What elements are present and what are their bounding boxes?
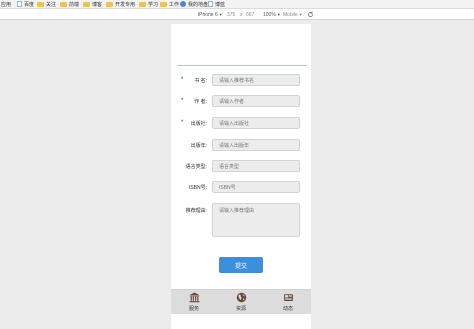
field-label: 出版社: (190, 121, 207, 127)
bottom-tab-bar: 服务 资源 动态 (171, 289, 311, 314)
device-toolbar: iPhone 6 ▼ 375 x 667 100% ▼ Mobile ▼ (0, 9, 474, 20)
bookmark-apps[interactable]: 应用 (1, 0, 11, 8)
isbn-input[interactable]: ISBN号 (212, 181, 300, 193)
publisher-input[interactable]: 请输入出版社 (212, 117, 300, 129)
bookmarks-bar: 应用 百度 关注 前端 博客 开发专用 学习 工作 我的地盘 博蓝 (0, 0, 474, 9)
author-input[interactable]: 请输入作者 (212, 95, 300, 107)
dimension-separator: x (240, 11, 243, 18)
bookmark-dev[interactable]: 开发专用 (106, 0, 135, 8)
bookmark-work[interactable]: 工作 (160, 0, 179, 8)
bookmark-label: 博客 (92, 1, 103, 8)
tab-label: 服务 (188, 306, 199, 312)
globe-icon (236, 292, 246, 303)
newspaper-icon (283, 294, 293, 301)
rotate-button[interactable] (307, 10, 314, 19)
folder-icon (139, 1, 146, 7)
page-icon (208, 1, 213, 7)
reason-textarea[interactable]: 请输入推荐理由 (212, 203, 300, 237)
bookmark-my-space[interactable]: 我的地盘 (180, 0, 208, 8)
bookmark-label: 百度 (24, 1, 35, 8)
zoom-select[interactable]: 100% ▼ (263, 10, 281, 19)
folder-icon (106, 1, 113, 7)
tab-label: 动态 (282, 306, 293, 312)
bookmark-label: 博蓝 (215, 1, 226, 8)
viewport-height[interactable]: 667 (246, 10, 254, 19)
folder-icon (37, 1, 44, 7)
required-mark: * (181, 77, 184, 83)
field-label: ISBN号: (188, 185, 207, 191)
field-label: 推荐理由: (185, 208, 207, 214)
device-select[interactable]: iPhone 6 ▼ (198, 10, 223, 19)
mobile-viewport: * 书 名: 请输入推荐书名 * 作 者: 请输入作者 * 出版社: 请输入出版… (171, 24, 311, 329)
dropdown-arrow-icon: ▼ (298, 12, 303, 17)
bank-building-icon (189, 292, 199, 303)
bookmark-label: 我的地盘 (188, 1, 209, 8)
bookmark-blog[interactable]: 博客 (83, 0, 102, 8)
globe-icon (180, 1, 186, 7)
field-label: 出版年: (190, 143, 207, 149)
bookmark-label: 工作 (169, 1, 180, 8)
tab-services[interactable]: 服务 (178, 292, 210, 313)
bookmark-follow[interactable]: 关注 (37, 0, 56, 8)
zoom-value: 100% (263, 11, 276, 18)
mode-select[interactable]: Mobile ▼ (283, 10, 303, 19)
submit-button[interactable]: 提交 (219, 257, 263, 273)
tab-resources[interactable]: 资源 (225, 292, 257, 313)
mode-value: Mobile (283, 11, 298, 18)
rotate-icon (307, 11, 314, 18)
dropdown-arrow-icon: ▼ (218, 12, 223, 17)
bookmark-label: 关注 (46, 1, 57, 8)
language-input[interactable]: 语言类型 (212, 160, 300, 172)
field-label: 语言类型: (185, 164, 207, 170)
device-name: iPhone 6 (198, 11, 218, 18)
tab-news[interactable]: 动态 (272, 292, 304, 313)
tab-label: 资源 (235, 306, 246, 312)
folder-icon (60, 1, 67, 7)
bookmark-label: 开发专用 (115, 1, 136, 8)
folder-icon (160, 1, 167, 7)
bookmark-bolan[interactable]: 博蓝 (208, 0, 225, 8)
bookmark-frontend[interactable]: 前端 (60, 0, 79, 8)
dropdown-arrow-icon: ▼ (276, 12, 281, 17)
required-mark: * (181, 120, 184, 126)
header-divider (177, 65, 307, 66)
page-icon (17, 1, 22, 7)
book-title-input[interactable]: 请输入推荐书名 (212, 74, 300, 86)
required-mark: * (181, 98, 184, 104)
bookmark-label: 学习 (148, 1, 159, 8)
publish-year-input[interactable]: 请输入出版年 (212, 139, 300, 151)
folder-icon (83, 1, 90, 7)
bookmark-baidu[interactable]: 百度 (17, 0, 34, 8)
viewport-width[interactable]: 375 (227, 10, 235, 19)
bookmark-study[interactable]: 学习 (139, 0, 158, 8)
bookmark-label: 应用 (1, 1, 12, 8)
field-label: 作 者: (194, 99, 207, 105)
field-label: 书 名: (194, 78, 207, 84)
bookmark-label: 前端 (69, 1, 80, 8)
